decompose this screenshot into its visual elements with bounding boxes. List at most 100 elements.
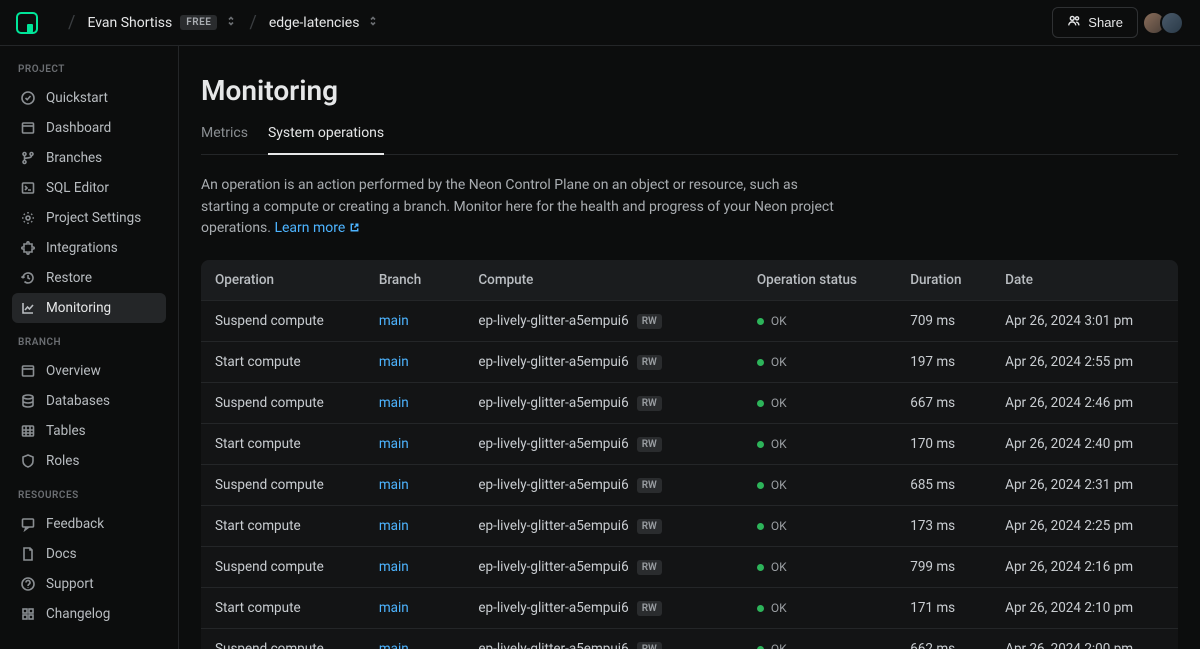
sidebar-item-restore[interactable]: Restore — [12, 263, 166, 293]
page-title: Monitoring — [201, 74, 1178, 107]
operations-table: OperationBranchComputeOperation statusDu… — [201, 260, 1178, 649]
rw-badge: RW — [637, 560, 662, 575]
check-circle-icon — [20, 90, 36, 106]
status-dot-icon — [757, 523, 764, 530]
shield-icon — [20, 453, 36, 469]
duration-cell: 171 ms — [896, 588, 991, 629]
rw-badge: RW — [637, 355, 662, 370]
sidebar-item-docs[interactable]: Docs — [12, 539, 166, 569]
sidebar-item-label: Tables — [46, 423, 86, 439]
avatar[interactable] — [1160, 11, 1184, 35]
database-icon — [20, 393, 36, 409]
sidebar-item-project-settings[interactable]: Project Settings — [12, 203, 166, 233]
share-button[interactable]: Share — [1052, 7, 1138, 38]
column-header: Date — [991, 260, 1178, 301]
sidebar-item-databases[interactable]: Databases — [12, 386, 166, 416]
breadcrumb-project[interactable]: edge-latencies — [269, 15, 380, 31]
chevron-up-down-icon[interactable] — [367, 15, 379, 31]
branch-link[interactable]: main — [379, 559, 409, 575]
rw-badge: RW — [637, 642, 662, 649]
neon-logo[interactable] — [16, 12, 38, 34]
branch-link[interactable]: main — [379, 641, 409, 649]
table-row: Start computemainep-lively-glitter-a5emp… — [201, 588, 1178, 629]
page-description: An operation is an action performed by t… — [201, 175, 841, 240]
sidebar-item-feedback[interactable]: Feedback — [12, 509, 166, 539]
sidebar-item-quickstart[interactable]: Quickstart — [12, 83, 166, 113]
compute-name: ep-lively-glitter-a5empui6 — [478, 436, 628, 452]
operation-cell: Suspend compute — [201, 629, 365, 649]
sidebar-group-label: RESOURCES — [18, 490, 166, 501]
rw-badge: RW — [637, 478, 662, 493]
status-dot-icon — [757, 646, 764, 649]
operation-cell: Start compute — [201, 588, 365, 629]
sidebar-item-overview[interactable]: Overview — [12, 356, 166, 386]
sidebar-item-label: Project Settings — [46, 210, 141, 226]
sidebar-item-sql-editor[interactable]: SQL Editor — [12, 173, 166, 203]
sidebar-item-support[interactable]: Support — [12, 569, 166, 599]
sidebar-group-label: PROJECT — [18, 64, 166, 75]
sidebar-item-tables[interactable]: Tables — [12, 416, 166, 446]
column-header: Compute — [464, 260, 743, 301]
sidebar-item-label: Changelog — [46, 606, 110, 622]
branch-link[interactable]: main — [379, 477, 409, 493]
tabs: Metrics System operations — [201, 125, 1178, 155]
breadcrumb-owner[interactable]: Evan Shortiss FREE — [87, 15, 237, 31]
date-cell: Apr 26, 2024 2:00 pm — [991, 629, 1178, 649]
branch-link[interactable]: main — [379, 313, 409, 329]
compute-name: ep-lively-glitter-a5empui6 — [478, 518, 628, 534]
operation-cell: Suspend compute — [201, 383, 365, 424]
status-dot-icon — [757, 482, 764, 489]
sidebar-item-label: Monitoring — [46, 300, 111, 316]
sidebar: PROJECT Quickstart Dashboard Branches SQL Ed… — [0, 46, 179, 649]
status-dot-icon — [757, 564, 764, 571]
status-text: OK — [771, 560, 787, 574]
sidebar-item-label: SQL Editor — [46, 180, 109, 196]
sidebar-item-branches[interactable]: Branches — [12, 143, 166, 173]
tab-metrics[interactable]: Metrics — [201, 125, 248, 154]
topbar: / Evan Shortiss FREE / edge-latencies Sh… — [0, 0, 1200, 46]
avatar-stack[interactable] — [1148, 11, 1184, 35]
compute-name: ep-lively-glitter-a5empui6 — [478, 313, 628, 329]
feedback-icon — [20, 516, 36, 532]
table-icon — [20, 423, 36, 439]
branch-link[interactable]: main — [379, 436, 409, 452]
status-text: OK — [771, 314, 787, 328]
sidebar-item-integrations[interactable]: Integrations — [12, 233, 166, 263]
status-text: OK — [771, 601, 787, 615]
breadcrumb-sep: / — [249, 12, 256, 33]
rw-badge: RW — [637, 601, 662, 616]
operation-cell: Start compute — [201, 506, 365, 547]
column-header: Operation status — [743, 260, 896, 301]
column-header: Operation — [201, 260, 365, 301]
tab-system-operations[interactable]: System operations — [268, 125, 384, 155]
help-icon — [20, 576, 36, 592]
learn-more-link[interactable]: Learn more — [274, 220, 359, 236]
rw-badge: RW — [637, 437, 662, 452]
sidebar-item-label: Databases — [46, 393, 110, 409]
sidebar-item-roles[interactable]: Roles — [12, 446, 166, 476]
status-text: OK — [771, 396, 787, 410]
sidebar-item-changelog[interactable]: Changelog — [12, 599, 166, 629]
owner-name: Evan Shortiss — [87, 15, 172, 31]
operation-cell: Suspend compute — [201, 465, 365, 506]
sidebar-item-label: Docs — [46, 546, 77, 562]
operation-cell: Start compute — [201, 342, 365, 383]
sidebar-item-label: Overview — [46, 363, 101, 379]
plan-badge: FREE — [180, 15, 217, 30]
status-dot-icon — [757, 605, 764, 612]
chevron-up-down-icon[interactable] — [225, 15, 237, 31]
window-icon — [20, 363, 36, 379]
sidebar-item-dashboard[interactable]: Dashboard — [12, 113, 166, 143]
branch-link[interactable]: main — [379, 518, 409, 534]
branch-link[interactable]: main — [379, 354, 409, 370]
column-header: Duration — [896, 260, 991, 301]
users-icon — [1067, 14, 1081, 31]
branch-link[interactable]: main — [379, 600, 409, 616]
sidebar-item-label: Dashboard — [46, 120, 111, 136]
date-cell: Apr 26, 2024 2:25 pm — [991, 506, 1178, 547]
rw-badge: RW — [637, 519, 662, 534]
table-row: Suspend computemainep-lively-glitter-a5e… — [201, 547, 1178, 588]
branch-link[interactable]: main — [379, 395, 409, 411]
sidebar-item-monitoring[interactable]: Monitoring — [12, 293, 166, 323]
duration-cell: 709 ms — [896, 301, 991, 342]
